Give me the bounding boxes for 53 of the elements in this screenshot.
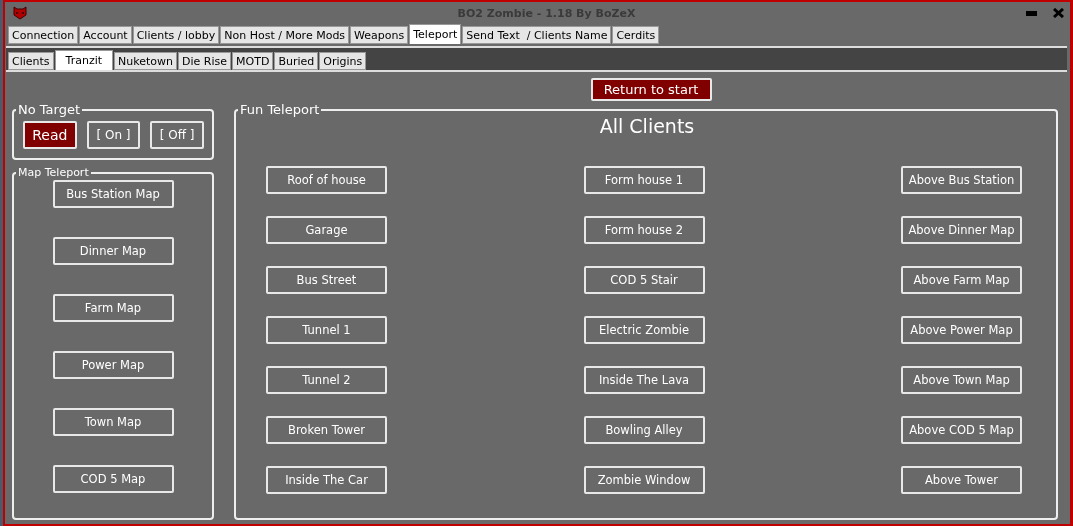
toggle-button[interactable]: Read — [23, 121, 77, 149]
tab[interactable]: Weapons — [350, 26, 409, 44]
teleport-button[interactable]: Form house 2 — [583, 216, 705, 244]
close-icon[interactable] — [1053, 8, 1064, 18]
tab[interactable]: Origins — [319, 52, 367, 70]
teleport-button[interactable]: Above Dinner Map — [901, 216, 1022, 244]
toggle-button[interactable]: [ Off ] — [150, 121, 204, 149]
tab[interactable]: Send Text / Clients Name — [462, 26, 612, 44]
teleport-button[interactable]: Town Map — [52, 408, 174, 436]
section-heading: All Clients — [598, 115, 696, 137]
teleport-button[interactable]: Farm Map — [52, 294, 174, 322]
teleport-button[interactable]: Tunnel 2 — [266, 366, 387, 394]
teleport-button[interactable]: Power Map — [52, 351, 174, 379]
tab[interactable]: Die Rise — [178, 52, 232, 70]
teleport-button[interactable]: Dinner Map — [52, 237, 174, 265]
teleport-button[interactable]: Above Farm Map — [901, 266, 1022, 294]
tab[interactable]: Buried — [274, 52, 319, 70]
tab[interactable]: Account — [79, 26, 132, 44]
teleport-button[interactable]: Above Tower — [901, 466, 1022, 494]
tab[interactable]: Teleport — [409, 24, 462, 44]
teleport-button[interactable]: Zombie Window — [583, 466, 705, 494]
teleport-button[interactable]: Roof of house — [266, 166, 387, 194]
teleport-button[interactable]: Form house 1 — [583, 166, 705, 194]
teleport-button[interactable]: Garage — [266, 216, 387, 244]
teleport-button[interactable]: Bus Street — [266, 266, 387, 294]
group-title: Map Teleport — [17, 166, 90, 179]
teleport-button[interactable]: Electric Zombie — [583, 316, 705, 344]
teleport-button[interactable]: Inside The Lava — [583, 366, 705, 394]
tab[interactable]: Nuketown — [114, 52, 178, 70]
teleport-button[interactable]: Bowling Alley — [583, 416, 705, 444]
teleport-button[interactable]: Above Bus Station — [901, 166, 1022, 194]
tab[interactable]: Connection — [8, 26, 79, 44]
return-button[interactable]: Return to start — [590, 78, 712, 101]
group-title: No Target — [17, 102, 82, 117]
teleport-button[interactable]: Above Power Map — [901, 316, 1022, 344]
teleport-button[interactable]: Inside The Car — [266, 466, 387, 494]
teleport-button[interactable]: Bus Station Map — [52, 180, 174, 208]
tab[interactable]: MOTD — [232, 52, 274, 70]
tab[interactable]: Clients / lobby — [132, 26, 220, 44]
teleport-button[interactable]: COD 5 Stair — [583, 266, 705, 294]
teleport-button[interactable]: Tunnel 1 — [266, 316, 387, 344]
tab[interactable]: Non Host / More Mods — [220, 26, 350, 44]
group-title: Fun Teleport — [239, 102, 321, 117]
tab[interactable]: Tranzit — [54, 50, 114, 70]
tab[interactable]: Clients — [8, 52, 54, 70]
minimize-icon[interactable] — [1026, 10, 1037, 16]
teleport-button[interactable]: Above COD 5 Map — [901, 416, 1022, 444]
tab[interactable]: Cerdits — [612, 26, 660, 44]
mask-logo-icon — [13, 6, 27, 20]
teleport-button[interactable]: COD 5 Map — [52, 465, 174, 493]
teleport-button[interactable]: Above Town Map — [901, 366, 1022, 394]
toggle-button[interactable]: [ On ] — [86, 121, 141, 149]
teleport-button[interactable]: Broken Tower — [266, 416, 387, 444]
